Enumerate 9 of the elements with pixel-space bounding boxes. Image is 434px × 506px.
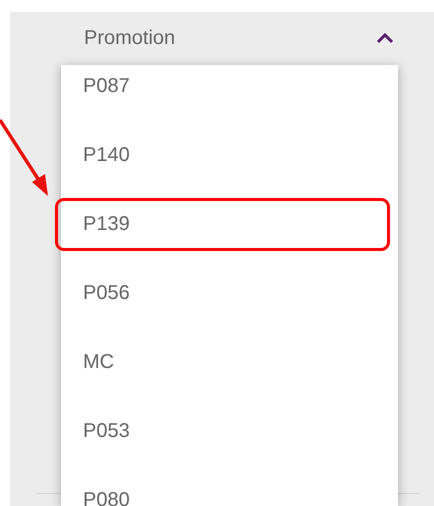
dropdown-option[interactable]: P139 [55, 198, 390, 251]
chevron-up-icon[interactable] [376, 32, 394, 44]
dropdown-option[interactable]: P056 [55, 267, 390, 320]
dropdown-option[interactable]: P053 [55, 405, 390, 458]
dropdown-option[interactable]: P087 [55, 65, 390, 113]
dropdown-option[interactable]: MC [55, 336, 390, 389]
dropdown-option[interactable]: P140 [55, 129, 390, 182]
promotion-label: Promotion [84, 26, 176, 50]
dropdown-option[interactable]: P080 [55, 474, 390, 506]
